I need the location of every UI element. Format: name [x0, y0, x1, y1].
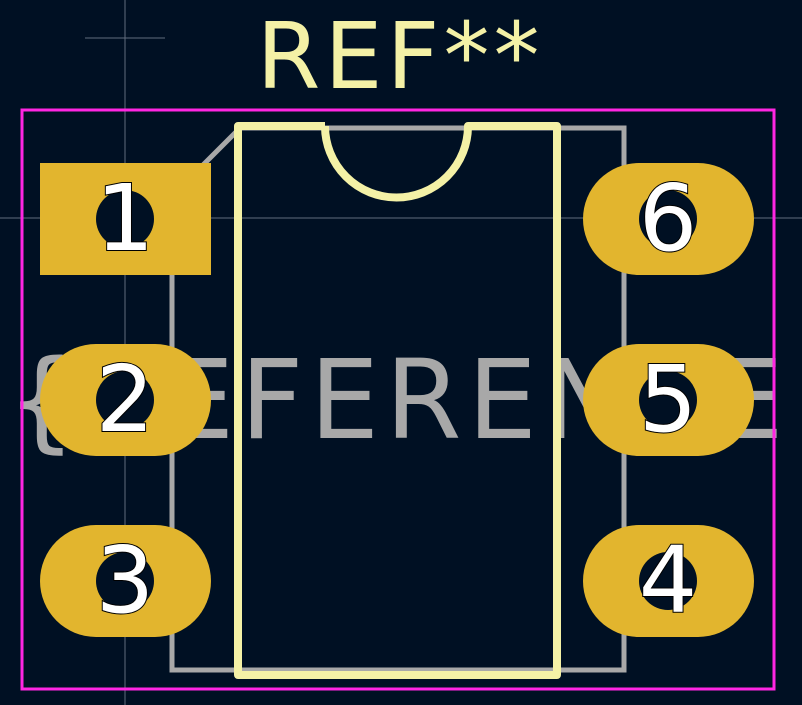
pad-5[interactable]: 5: [583, 344, 754, 456]
pad-6[interactable]: 6: [583, 163, 754, 275]
reference-designator: REF**: [257, 3, 544, 110]
pad-2-label: 2: [96, 346, 155, 453]
pad-2[interactable]: 2: [40, 344, 211, 456]
pad-1-label: 1: [96, 165, 155, 272]
pad-1[interactable]: 1: [40, 163, 211, 275]
pad-4[interactable]: 4: [583, 525, 754, 637]
pad-6-label: 6: [639, 165, 698, 272]
pad-3[interactable]: 3: [40, 525, 211, 637]
pad-4-label: 4: [639, 527, 698, 634]
pad-5-label: 5: [639, 346, 698, 453]
footprint-canvas: ${REFERENCE} 1 2 3 4 5 6 REF**: [0, 0, 802, 705]
pad-3-label: 3: [96, 527, 155, 634]
